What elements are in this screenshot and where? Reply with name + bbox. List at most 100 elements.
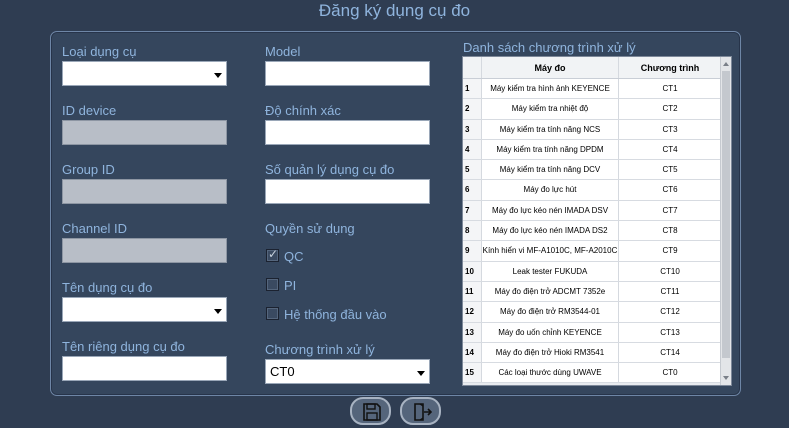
device-cell: Máy đo lực hút (482, 180, 619, 200)
save-icon (363, 403, 381, 421)
id-device-label: ID device (62, 103, 117, 118)
table-row[interactable]: 8 Máy đo lực kéo nén IMADA DS2 CT8 (463, 221, 721, 242)
program-cell: CT13 (660, 327, 680, 337)
dropdown-arrow-icon (214, 309, 222, 314)
index-cell: 13 (463, 322, 482, 342)
chuong-trinh-label: Chương trình xử lý (265, 342, 375, 357)
model-label: Model (265, 44, 301, 59)
device-cell: Kính hiển vi MF-A1010C, MF-A2010C (482, 241, 619, 261)
chuong-trinh-value: CT0 (270, 364, 295, 379)
index-cell: 11 (463, 281, 482, 302)
vertical-scrollbar[interactable] (720, 57, 731, 385)
save-button[interactable] (350, 397, 391, 425)
he-thong-dau-vao-checkbox[interactable] (266, 307, 279, 320)
pi-checkbox[interactable] (266, 278, 279, 291)
device-cell: Máy đo uốn chỉnh KEYENCE (482, 322, 619, 342)
table-row[interactable]: 11 Máy đo điện trở ADCMT 7352e CT11 (463, 281, 721, 303)
chuong-trinh-select[interactable]: CT0 (265, 359, 430, 384)
program-cell: CT9 (662, 246, 678, 256)
scroll-down-icon[interactable] (723, 376, 729, 380)
column-header-program[interactable]: Chương trình (619, 57, 721, 78)
index-cell: 1 (463, 79, 482, 99)
group-id-field (62, 179, 227, 204)
program-list-title: Danh sách chương trình xử lý (463, 40, 636, 55)
device-cell: Máy kiểm tra tính năng DCV (482, 160, 619, 180)
table-row[interactable]: 9 Kính hiển vi MF-A1010C, MF-A2010C CT9 (463, 241, 721, 262)
index-cell: 2 (463, 99, 482, 119)
device-cell: Máy đo lực kéo nén IMADA DSV (482, 200, 619, 221)
program-cell: CT1 (662, 84, 678, 93)
scroll-thumb[interactable] (722, 71, 730, 358)
program-cell: CT3 (662, 124, 678, 134)
exit-button[interactable] (400, 397, 441, 425)
index-cell: 15 (463, 363, 482, 383)
program-cell: CT6 (662, 185, 678, 195)
program-cell: CT10 (660, 266, 680, 276)
program-cell: CT5 (662, 165, 678, 175)
table-row[interactable]: 10 Leak tester FUKUDA CT10 (463, 261, 721, 282)
loai-dung-cu-select[interactable] (62, 61, 227, 86)
table-body: 1 Máy kiểm tra hình ảnh KEYENCE CT1 2 Máy ki… (463, 79, 721, 384)
so-quan-ly-field[interactable] (265, 179, 430, 204)
table-row[interactable]: 13 Máy đo uốn chỉnh KEYENCE CT13 (463, 322, 721, 343)
model-field[interactable] (265, 61, 430, 86)
table-row[interactable]: 4 Máy kiểm tra tính năng DPDM CT4 (463, 139, 721, 161)
do-chinh-xac-label: Độ chính xác (265, 103, 341, 118)
index-cell: 14 (463, 342, 482, 363)
index-cell: 12 (463, 302, 482, 322)
program-cell: CT2 (662, 104, 678, 114)
device-cell: Máy kiểm tra tính năng NCS (482, 119, 619, 139)
dropdown-arrow-icon (214, 73, 222, 78)
index-cell: 7 (463, 200, 482, 221)
ten-rieng-label: Tên riêng dụng cụ đo (62, 339, 185, 354)
so-quan-ly-label: Số quản lý dụng cụ đo (265, 162, 395, 177)
device-cell: Các loại thước dùng UWAVE (482, 363, 619, 383)
table-row[interactable]: 2 Máy kiểm tra nhiệt độ CT2 (463, 99, 721, 120)
program-cell: CT8 (662, 226, 678, 236)
program-cell: CT0 (662, 368, 678, 378)
device-cell: Máy kiểm tra tính năng DPDM (482, 139, 619, 160)
table-row[interactable]: 6 Máy đo lực hút CT6 (463, 180, 721, 201)
window-title: Đăng ký dụng cụ đo (318, 1, 471, 20)
program-cell: CT7 (662, 205, 678, 215)
program-cell: CT4 (662, 144, 678, 154)
channel-id-label: Channel ID (62, 221, 128, 236)
index-cell: 10 (463, 261, 482, 281)
index-cell: 3 (463, 119, 482, 139)
scroll-up-icon[interactable] (723, 62, 729, 66)
program-cell: CT14 (660, 347, 680, 357)
column-header-index (463, 57, 482, 78)
table-header: Máy đo Chương trình (463, 57, 721, 79)
table-row[interactable]: 3 Máy kiểm tra tính năng NCS CT3 (463, 119, 721, 140)
channel-id-field (62, 238, 227, 263)
index-cell: 4 (463, 139, 482, 160)
program-cell: CT11 (660, 286, 680, 296)
device-cell: Máy đo điện trở ADCMT 7352e (482, 281, 619, 302)
program-cell: CT12 (660, 307, 680, 317)
qc-checkbox[interactable]: ✓ (266, 247, 279, 262)
table-row[interactable]: 7 Máy đo lực kéo nén IMADA DSV CT7 (463, 200, 721, 222)
group-id-label: Group ID (62, 162, 115, 177)
device-cell: Máy kiểm tra nhiệt độ (482, 99, 619, 119)
ten-rieng-field[interactable] (62, 356, 227, 381)
table-row[interactable]: 5 Máy kiểm tra tính năng DCV CT5 (463, 160, 721, 181)
do-chinh-xac-field[interactable] (265, 120, 430, 145)
quyen-su-dung-label: Quyền sử dụng (265, 221, 355, 236)
dropdown-arrow-icon (417, 371, 425, 376)
program-table[interactable]: Máy đo Chương trình 1 Máy kiểm tra hình ả… (462, 56, 732, 386)
qc-checkbox-label: QC (284, 249, 304, 264)
column-header-device[interactable]: Máy đo (482, 57, 619, 78)
loai-dung-cu-label: Loại dụng cụ (62, 44, 137, 59)
table-row[interactable]: 15 Các loại thước dùng UWAVE CT0 (463, 363, 721, 384)
index-cell: 5 (463, 160, 482, 180)
index-cell: 6 (463, 180, 482, 200)
table-row[interactable]: 1 Máy kiểm tra hình ảnh KEYENCE CT1 (463, 79, 721, 100)
index-cell: 8 (463, 221, 482, 241)
device-cell: Máy đo điện trở RM3544-01 (482, 302, 619, 322)
ten-dung-cu-select[interactable] (62, 297, 227, 322)
ten-dung-cu-label: Tên dụng cụ đo (62, 280, 153, 295)
table-row[interactable]: 14 Máy đo điện trở Hioki RM3541 CT14 (463, 342, 721, 364)
table-row[interactable]: 12 Máy đo điện trở RM3544-01 CT12 (463, 302, 721, 323)
device-cell: Máy đo lực kéo nén IMADA DS2 (482, 221, 619, 241)
device-cell: Leak tester FUKUDA (482, 261, 619, 281)
